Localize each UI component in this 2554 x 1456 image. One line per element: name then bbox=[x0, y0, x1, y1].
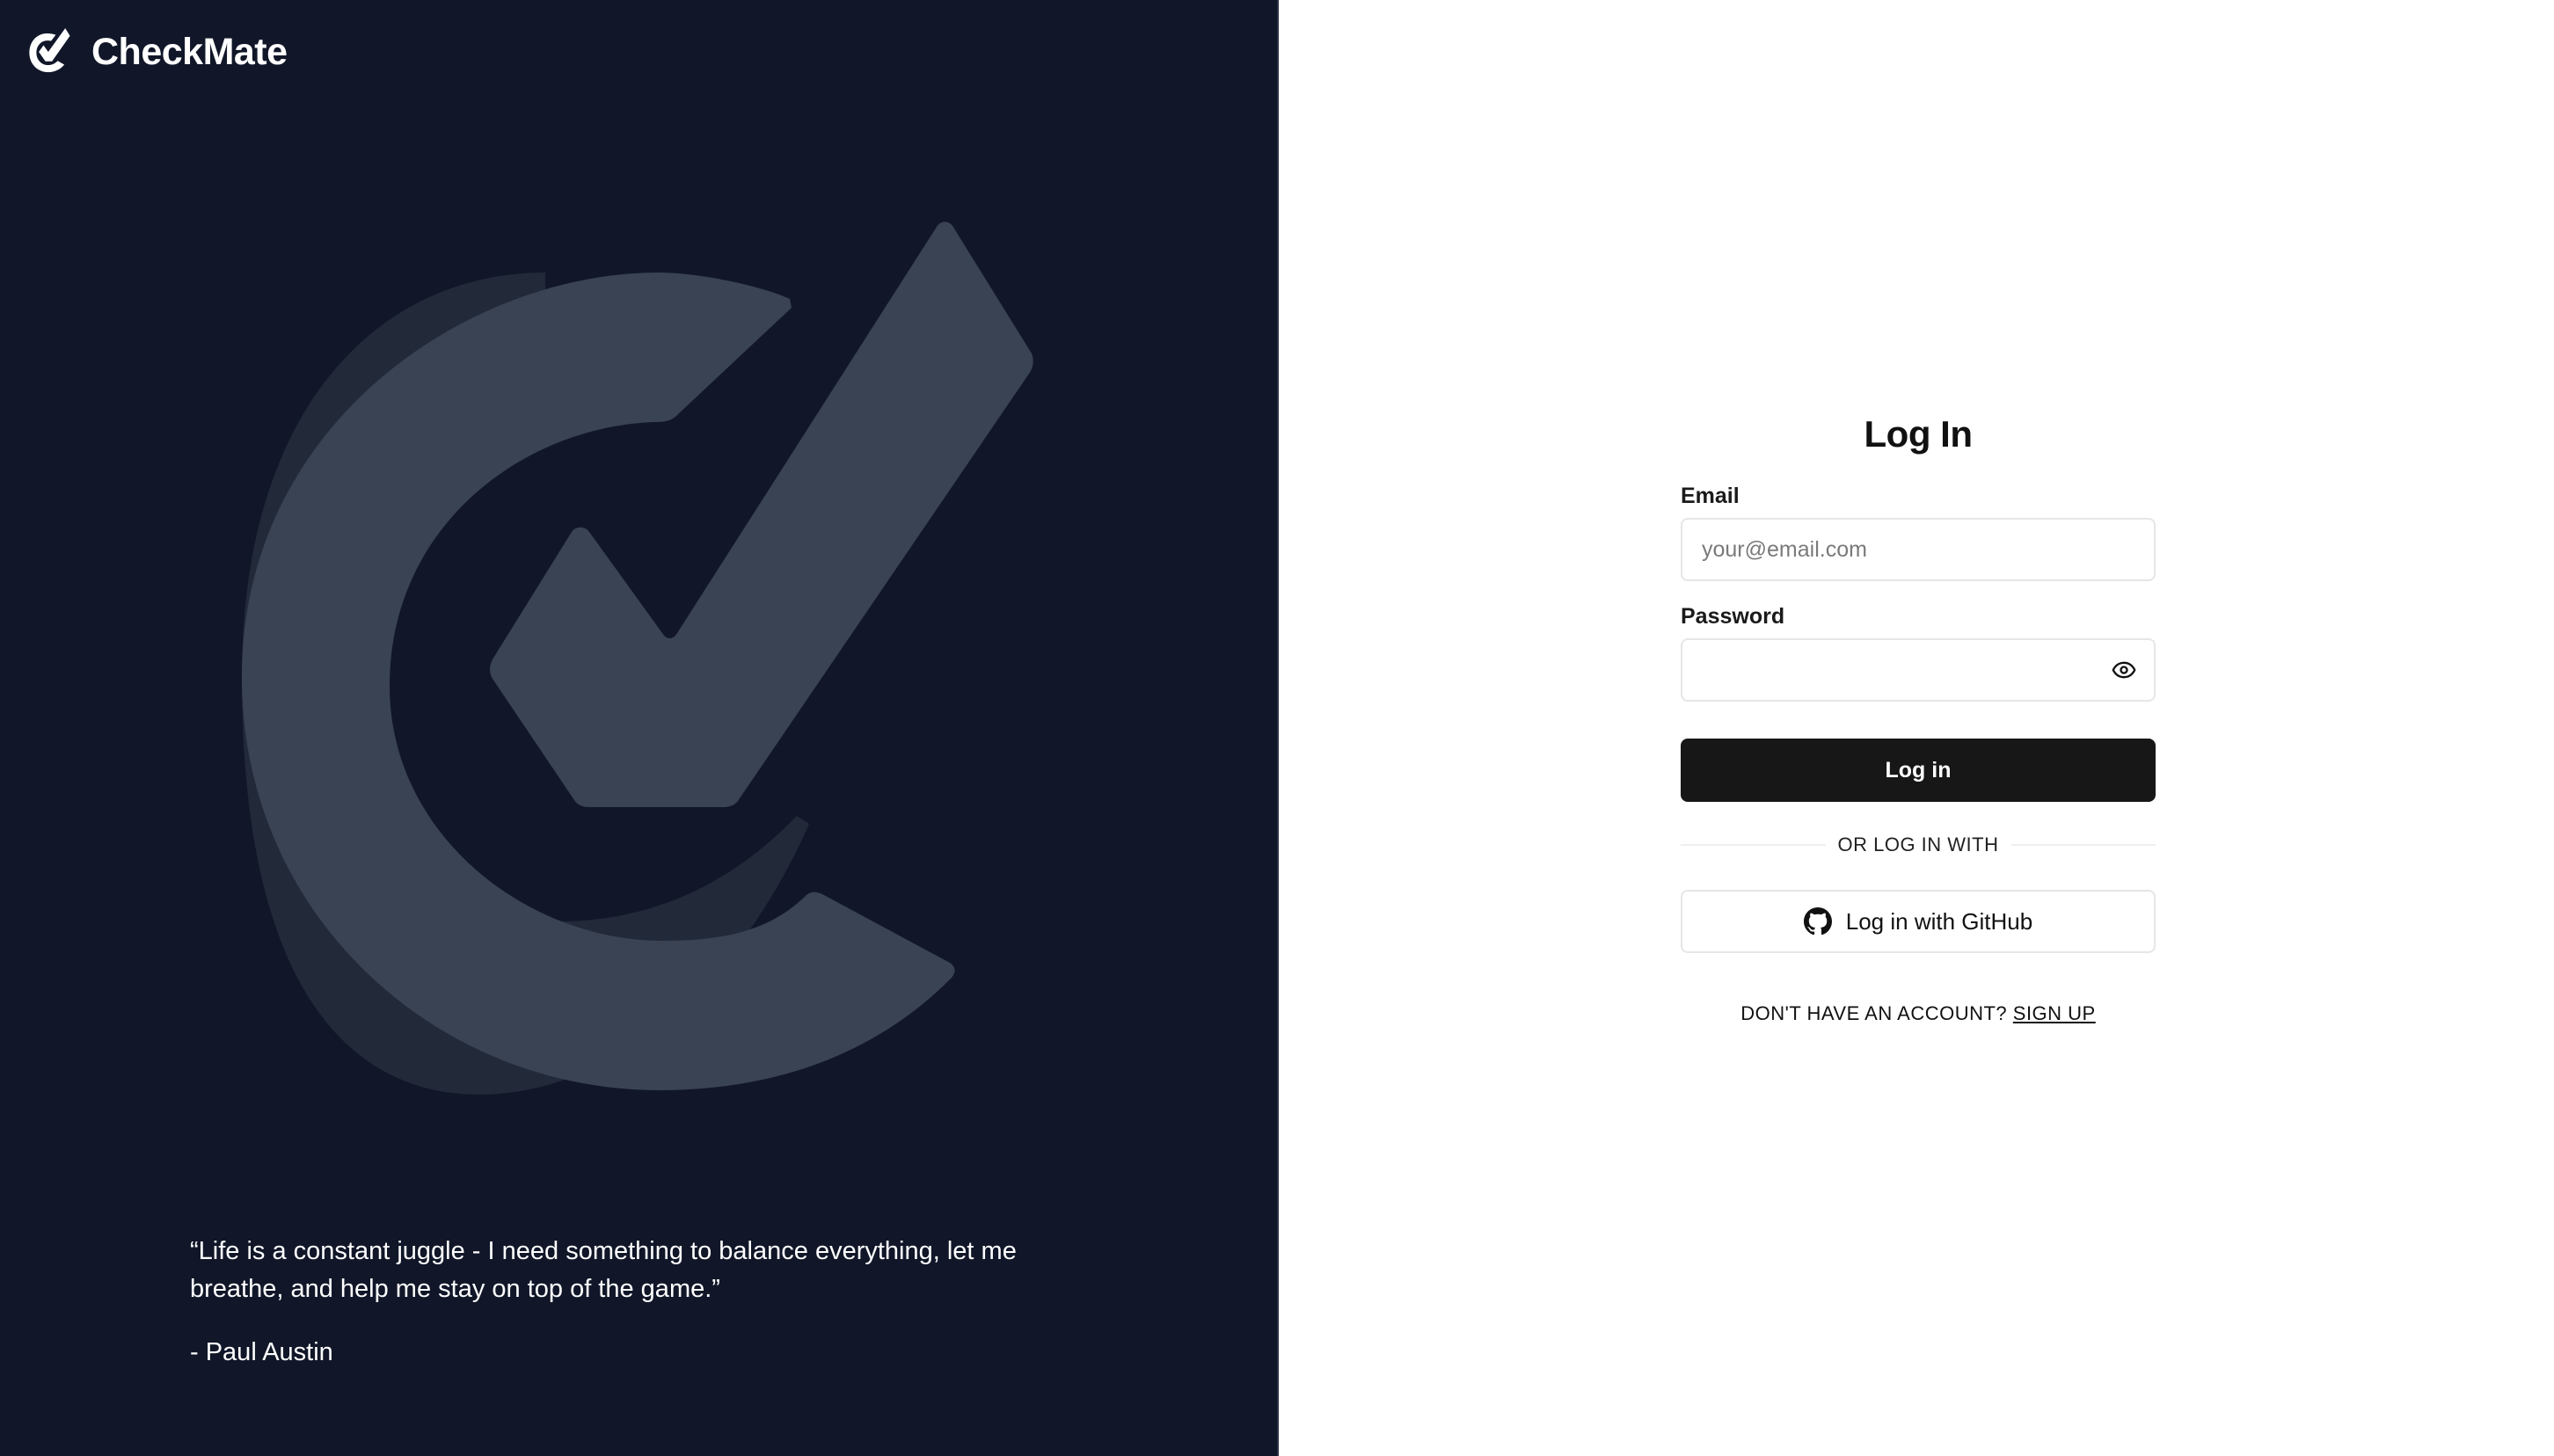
divider: OR LOG IN WITH bbox=[1681, 834, 2156, 856]
email-field[interactable] bbox=[1681, 518, 2156, 581]
github-login-button[interactable]: Log in with GitHub bbox=[1681, 890, 2156, 953]
login-button[interactable]: Log in bbox=[1681, 739, 2156, 802]
signup-link[interactable]: SIGN UP bbox=[2013, 1002, 2096, 1024]
login-page: CheckMate “Life is a constant juggle - I… bbox=[0, 0, 2554, 1456]
signup-prompt: DON'T HAVE AN ACCOUNT? bbox=[1740, 1002, 2013, 1024]
testimonial-author: - Paul Austin bbox=[190, 1338, 333, 1366]
divider-line-left bbox=[1681, 844, 1826, 846]
checkmate-logo-icon bbox=[29, 28, 70, 73]
github-icon bbox=[1803, 907, 1832, 935]
email-label: Email bbox=[1681, 484, 1740, 508]
eye-icon bbox=[2112, 661, 2136, 679]
brand-header: CheckMate bbox=[26, 26, 288, 77]
page-title: Log In bbox=[1864, 413, 1973, 455]
brand-name: CheckMate bbox=[91, 30, 288, 73]
github-login-label: Log in with GitHub bbox=[1845, 907, 2033, 935]
email-field-wrap bbox=[1681, 518, 2156, 581]
password-label: Password bbox=[1681, 604, 1785, 629]
divider-text: OR LOG IN WITH bbox=[1837, 834, 1999, 855]
password-field-wrap bbox=[1681, 638, 2156, 702]
login-form: Log In Email Password Log in OR LOG IN W… bbox=[1681, 413, 2156, 1025]
signup-row: DON'T HAVE AN ACCOUNT? SIGN UP bbox=[1681, 1002, 2156, 1025]
show-password-button[interactable] bbox=[2108, 654, 2140, 686]
divider-line-right bbox=[2010, 844, 2156, 846]
checkmate-hero-logo-icon bbox=[242, 222, 1033, 1095]
login-panel: Log In Email Password Log in OR LOG IN W… bbox=[1279, 0, 2554, 1456]
password-field[interactable] bbox=[1681, 638, 2156, 702]
testimonial: “Life is a constant juggle - I need some… bbox=[190, 1233, 1069, 1372]
brand-panel: CheckMate “Life is a constant juggle - I… bbox=[0, 0, 1279, 1456]
testimonial-quote: “Life is a constant juggle - I need some… bbox=[190, 1237, 1017, 1303]
